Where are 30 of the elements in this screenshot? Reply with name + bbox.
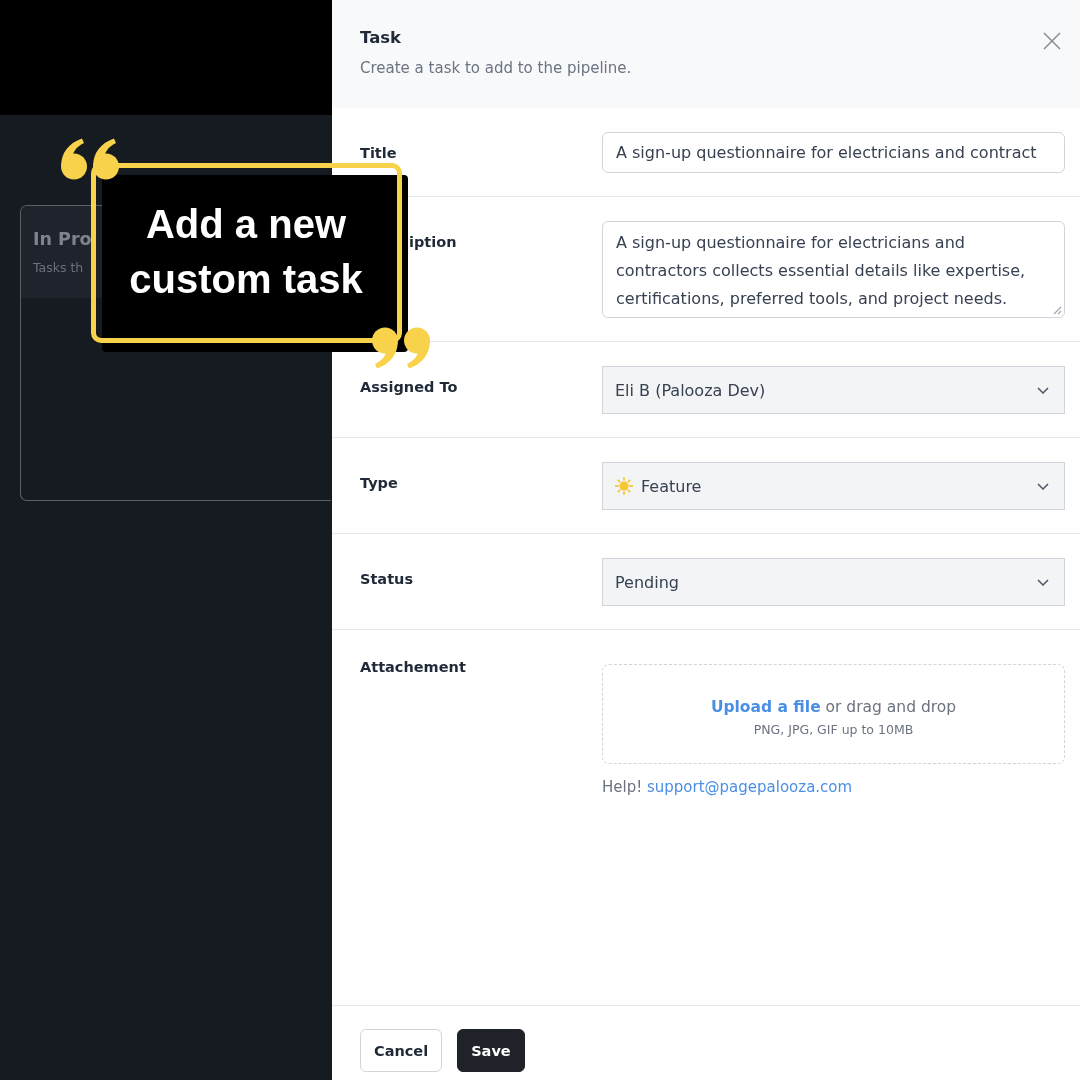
field-label: Assigned To xyxy=(360,378,458,397)
description-textarea[interactable]: A sign-up questionnaire for electricians and contractors collects essential details like expertise, certifications, preferred tools, and project needs. xyxy=(602,221,1065,318)
select-field[interactable]: Feature xyxy=(602,462,1065,510)
column-subtitle: Tasks th xyxy=(33,259,84,276)
resize-handle-icon[interactable] xyxy=(1053,306,1062,315)
callout-text: Add a new custom task xyxy=(128,201,364,303)
title-input[interactable]: A sign-up questionnaire for electricians and contract xyxy=(602,132,1065,173)
file-type-hint: PNG, JPG, GIF up to 10MB xyxy=(753,720,914,738)
field-label: iption xyxy=(408,233,457,252)
file-dropzone[interactable]: Upload a file or drag and drop PNG, JPG, GIF up to 10MB xyxy=(602,664,1065,764)
chevron-down-icon[interactable] xyxy=(1037,578,1049,586)
chevron-down-icon[interactable] xyxy=(1037,386,1049,394)
field-label: Type xyxy=(360,474,398,493)
chevron-down-icon[interactable] xyxy=(1037,482,1049,490)
help-label: Help! xyxy=(602,778,643,796)
column-title: In Pro xyxy=(33,228,92,251)
opening-quote-icon xyxy=(60,138,122,180)
sun-icon xyxy=(615,477,633,495)
field-label: Attachement xyxy=(360,658,466,677)
select-field[interactable]: Pending xyxy=(602,558,1065,606)
cancel-button[interactable]: Cancel xyxy=(360,1029,443,1072)
field-label: Title xyxy=(360,144,397,163)
panel-title: Task xyxy=(360,27,403,49)
save-button[interactable]: Save xyxy=(457,1029,525,1072)
close-icon[interactable] xyxy=(1043,32,1061,50)
field-label: Status xyxy=(360,570,414,589)
select-field[interactable]: Eli B (Palooza Dev) xyxy=(602,366,1065,414)
upload-prompt: Upload a file or drag and drop xyxy=(710,696,957,717)
panel-subtitle: Create a task to add to the pipeline. xyxy=(360,58,632,78)
closing-quote-icon xyxy=(369,327,431,369)
